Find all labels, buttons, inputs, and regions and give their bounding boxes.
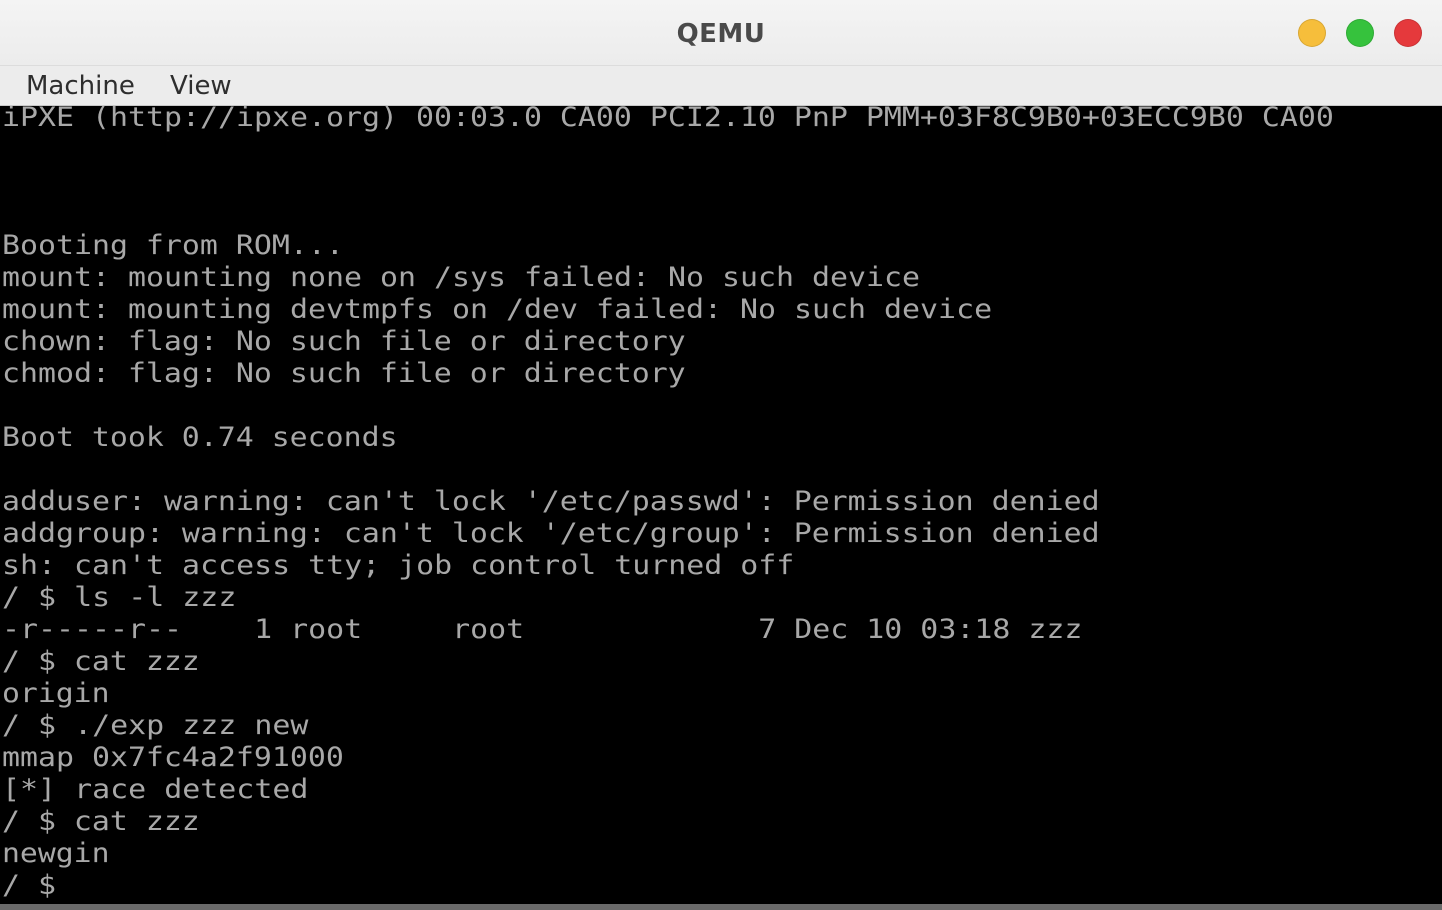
window-bottom-edge bbox=[0, 904, 1442, 910]
console-line: -r-----r-- 1 root root 7 Dec 10 03:18 zz… bbox=[2, 614, 1083, 645]
qemu-window: QEMU Machine View iPXE (http://ipxe.org)… bbox=[0, 0, 1442, 910]
menu-view[interactable]: View bbox=[164, 66, 238, 106]
minimize-button[interactable] bbox=[1298, 19, 1326, 47]
console-line: / $ cat zzz bbox=[2, 646, 200, 677]
console-line: iPXE (http://ipxe.org) 00:03.0 CA00 PCI2… bbox=[2, 106, 1334, 133]
console-line: Booting from ROM... bbox=[2, 230, 344, 261]
console-line: addgroup: warning: can't lock '/etc/grou… bbox=[2, 518, 1100, 549]
console-line: / $ ./exp zzz new bbox=[2, 710, 309, 741]
console-line: adduser: warning: can't lock '/etc/passw… bbox=[2, 486, 1100, 517]
menu-bar: Machine View bbox=[0, 66, 1442, 106]
title-bar[interactable]: QEMU bbox=[0, 0, 1442, 66]
console-line: mmap 0x7fc4a2f91000 bbox=[2, 742, 344, 773]
window-title: QEMU bbox=[676, 19, 766, 49]
console-line: origin bbox=[2, 678, 110, 709]
console-line: / $ bbox=[2, 870, 75, 901]
close-button[interactable] bbox=[1394, 19, 1422, 47]
console-line: newgin bbox=[2, 838, 110, 869]
console-line: / $ cat zzz bbox=[2, 806, 200, 837]
menu-machine[interactable]: Machine bbox=[20, 66, 141, 106]
maximize-button[interactable] bbox=[1346, 19, 1374, 47]
console-line: sh: can't access tty; job control turned… bbox=[2, 550, 795, 581]
guest-console-display[interactable]: iPXE (http://ipxe.org) 00:03.0 CA00 PCI2… bbox=[0, 106, 1442, 904]
console-line: chmod: flag: No such file or directory bbox=[2, 358, 686, 389]
console-line: [*] race detected bbox=[2, 774, 309, 805]
console-line: mount: mounting devtmpfs on /dev failed:… bbox=[2, 294, 993, 325]
console-line: Boot took 0.74 seconds bbox=[2, 422, 398, 453]
console-line: chown: flag: No such file or directory bbox=[2, 326, 686, 357]
console-line: mount: mounting none on /sys failed: No … bbox=[2, 262, 921, 293]
console-line: / $ ls -l zzz bbox=[2, 582, 237, 613]
